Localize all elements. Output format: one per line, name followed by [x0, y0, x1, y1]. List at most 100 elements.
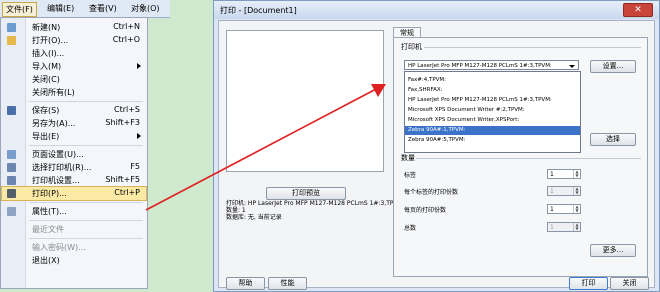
menu-item-label: 选择打印机(R)...: [32, 163, 92, 172]
quantity-group-divider: [416, 158, 641, 159]
close-button[interactable]: 关闭: [610, 277, 649, 290]
quantity-stepper-value: 1: [550, 206, 554, 213]
more-button[interactable]: 更多...: [590, 244, 636, 257]
menu-item[interactable]: 另存为(A)... Shift+F3: [2, 117, 146, 130]
printer-group-divider: [424, 47, 641, 48]
menu-item: 输入密码(W)...: [2, 241, 146, 254]
menu-item[interactable]: 属性(T)...: [2, 205, 146, 218]
printer-option[interactable]: HP LaserJet Pro MFP M127-M128 PCLmS 1#:3…: [405, 96, 580, 105]
menu-item[interactable]: 关闭所有(L): [2, 86, 146, 99]
save-icon: [7, 106, 16, 115]
print-icon: [7, 189, 16, 198]
menu-item[interactable]: 插入(I)...: [2, 47, 146, 60]
printer-select[interactable]: HP LaserJet Pro MFP M127-M128 PCLmS 1#:3…: [404, 60, 579, 70]
quantity-stepper-value: 1: [550, 188, 554, 195]
printer-option[interactable]: Fax#:4,TPVM:: [405, 76, 580, 85]
menu-item-shortcut: Ctrl+O: [112, 35, 140, 44]
menu-item: 最近文件: [2, 223, 146, 236]
printer-option[interactable]: Zebra 90A#:1,TPVM:: [405, 126, 580, 135]
quantity-stepper[interactable]: 1 ▲ ▼: [547, 169, 581, 179]
quantity-field-label: 每个标签的打印份数: [404, 189, 459, 196]
quantity-field-label: 标签: [404, 172, 417, 179]
printer-option[interactable]: Zebra 90A#:5,TPVM:: [405, 136, 580, 145]
page-setup-icon: [7, 150, 16, 159]
printer-select-value: HP LaserJet Pro MFP M127-M128 PCLmS 1#:3…: [408, 63, 552, 69]
menu-item[interactable]: 导出(E): [2, 130, 146, 143]
menu-item-label: 打印(P)...: [32, 189, 67, 198]
menu-item[interactable]: 选择打印机(R)... F5: [2, 161, 146, 174]
menu-item-label: 插入(I)...: [32, 49, 65, 58]
quantity-group-label: 数量: [401, 154, 415, 162]
spin-arrows-icon: ▲ ▼: [573, 187, 580, 195]
menu-edit[interactable]: 编辑(E): [44, 2, 77, 15]
menu-item[interactable]: 页面设置(U)...: [2, 148, 146, 161]
menu-separator: [29, 145, 143, 146]
open-folder-icon: [7, 36, 16, 45]
quantity-stepper: 1 ▲ ▼: [547, 186, 581, 196]
file-menu: 新建(N) Ctrl+N 打开(O)... Ctrl+O 插入(I)... 导入(M) 关闭…: [0, 17, 148, 289]
menu-item-label: 页面设置(U)...: [32, 150, 84, 159]
menu-separator: [29, 238, 143, 239]
menu-separator: [29, 220, 143, 221]
quantity-field-label: 每页的打印份数: [404, 207, 447, 214]
print-preview-area: [226, 30, 384, 172]
dialog-title: 打印 - [Document1]: [220, 6, 297, 15]
dialog-body: 打印预览 打印机: HP LaserJet Pro MFP M127-M128 …: [218, 20, 655, 290]
menu-item-shortcut: F5: [130, 162, 140, 171]
submenu-arrow-icon: [137, 63, 141, 69]
info-printer: 打印机: HP LaserJet Pro MFP M127-M128 PCLmS…: [226, 200, 405, 207]
menu-item-label: 导出(E): [32, 132, 60, 141]
quantity-stepper-value: 1: [550, 171, 554, 178]
menu-item-label: 打开(O)...: [32, 36, 69, 45]
menu-item-label: 另存为(A)...: [32, 119, 76, 128]
print-info: 打印机: HP LaserJet Pro MFP M127-M128 PCLmS…: [226, 200, 405, 221]
printer-settings-icon: [7, 176, 16, 185]
menu-item[interactable]: 保存(S) Ctrl+S: [2, 104, 146, 117]
printer-option[interactable]: Microsoft XPS Document Writer #:2,TPVM:: [405, 106, 580, 115]
spin-arrows-icon: ▲ ▼: [573, 170, 580, 178]
menu-item-label: 导入(M): [32, 62, 62, 71]
menu-item-label: 关闭所有(L): [32, 88, 75, 97]
menu-item[interactable]: 退出(X): [2, 254, 146, 267]
printer-dropdown-list: Fax#:4,TPVM: Fax,SHRFAX: HP LaserJet Pro M…: [404, 71, 581, 153]
printer-option[interactable]: Fax,SHRFAX:: [405, 86, 580, 95]
select-button[interactable]: 选择: [590, 133, 636, 146]
printer-settings-button[interactable]: 设置...: [590, 60, 636, 73]
print-preview-button[interactable]: 打印预览: [266, 187, 346, 200]
menu-item-shortcut: Shift+F3: [105, 118, 140, 127]
menu-item[interactable]: 新建(N) Ctrl+N: [2, 21, 146, 34]
menu-item-label: 保存(S): [32, 106, 60, 115]
performance-button[interactable]: 性能: [268, 277, 307, 290]
menu-separator: [29, 101, 143, 102]
menu-item-label: 关闭(C): [32, 75, 60, 84]
menu-item[interactable]: 打印(P)... Ctrl+P: [1, 186, 147, 201]
chevron-down-icon: [569, 65, 575, 68]
menu-item-label: 输入密码(W)...: [32, 243, 86, 252]
menu-object[interactable]: 对象(O): [128, 2, 163, 15]
menu-item-shortcut: Ctrl+N: [113, 22, 140, 31]
print-button[interactable]: 打印: [569, 277, 608, 290]
menu-view[interactable]: 查看(V): [86, 2, 120, 15]
menu-item[interactable]: 打开(O)... Ctrl+O: [2, 34, 146, 47]
menu-item-label: 属性(T)...: [32, 207, 67, 216]
menu-item-shortcut: Ctrl+P: [114, 188, 140, 197]
menu-bar: 文件(F) 编辑(E) 查看(V) 对象(O): [0, 0, 170, 18]
menu-item[interactable]: 关闭(C): [2, 73, 146, 86]
quantity-field-label: 总数: [404, 225, 417, 232]
menu-item-label: 打印机设置...: [32, 176, 80, 185]
dialog-titlebar: 打印 - [Document1] ✕: [214, 1, 659, 19]
help-button[interactable]: 帮助: [226, 277, 265, 290]
printer-group-label: 打印机: [401, 43, 422, 51]
printer-option[interactable]: Microsoft XPS Document Writer,XPSPort:: [405, 116, 580, 125]
menu-item-shortcut: Shift+F5: [105, 175, 140, 184]
new-document-icon: [7, 23, 16, 32]
menu-file[interactable]: 文件(F): [2, 2, 37, 17]
menu-separator: [29, 202, 143, 203]
quantity-stepper[interactable]: 1 ▲ ▼: [547, 204, 581, 214]
general-panel: 打印机 HP LaserJet Pro MFP M127-M128 PCLmS …: [393, 37, 648, 277]
spin-arrows-icon: ▲ ▼: [573, 205, 580, 213]
menu-item[interactable]: 打印机设置... Shift+F5: [2, 174, 146, 187]
dialog-close-x-button[interactable]: ✕: [623, 3, 653, 17]
info-quantity: 数量: 1: [226, 207, 246, 214]
menu-item[interactable]: 导入(M): [2, 60, 146, 73]
